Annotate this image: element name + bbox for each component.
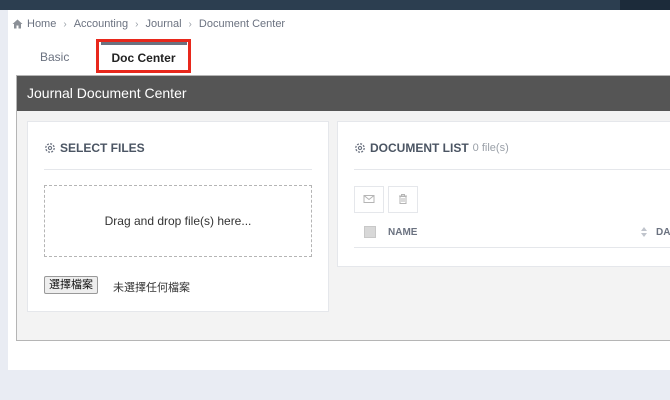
chevron-right-icon: › (63, 18, 67, 30)
select-files-title: SELECT FILES (44, 141, 145, 155)
email-button[interactable] (354, 186, 384, 213)
panel-header: Journal Document Center (17, 76, 670, 111)
file-count: 0 file(s) (472, 142, 509, 154)
table-divider (354, 247, 670, 248)
select-files-label: SELECT FILES (60, 141, 145, 155)
document-list-title: DOCUMENT LIST 0 file(s) (354, 141, 509, 155)
breadcrumb-home[interactable]: Home (27, 18, 56, 30)
divider (44, 169, 312, 170)
tab-doc-center[interactable]: Doc Center (96, 39, 191, 73)
breadcrumb: Home › Accounting › Journal › Document C… (12, 18, 285, 30)
navbar-user-area[interactable] (620, 0, 670, 10)
chevron-right-icon: › (135, 18, 139, 30)
home-icon (12, 19, 23, 29)
delete-button[interactable] (388, 186, 418, 213)
trash-icon (399, 194, 407, 204)
gear-icon (45, 143, 55, 153)
file-dropzone[interactable]: Drag and drop file(s) here... (44, 185, 312, 257)
top-navbar (0, 0, 670, 10)
tab-doc-center-label: Doc Center (111, 51, 176, 65)
breadcrumb-journal[interactable]: Journal (145, 18, 181, 30)
panel-title: Journal Document Center (27, 85, 187, 101)
column-header-date[interactable]: DA (656, 227, 670, 238)
breadcrumb-document-center: Document Center (198, 18, 286, 30)
select-files-card: SELECT FILES Drag and drop file(s) here.… (27, 121, 329, 312)
choose-file-button[interactable]: 選擇檔案 (44, 276, 98, 294)
document-list-label: DOCUMENT LIST (370, 141, 469, 155)
envelope-icon (363, 195, 375, 203)
active-tab-indicator (101, 42, 187, 45)
gear-icon (355, 143, 365, 153)
dropzone-text: Drag and drop file(s) here... (104, 214, 252, 228)
select-all-checkbox[interactable] (364, 226, 376, 238)
no-file-chosen-text: 未選擇任何檔案 (113, 281, 190, 294)
sort-icon[interactable] (640, 226, 648, 238)
document-list-card: DOCUMENT LIST 0 file(s) NAME DA (337, 121, 670, 267)
chevron-right-icon: › (188, 18, 192, 30)
breadcrumb-accounting[interactable]: Accounting (74, 18, 128, 30)
tab-basic[interactable]: Basic (40, 50, 69, 64)
document-center-panel: Journal Document Center SELECT FILES Dra… (16, 75, 670, 341)
divider (354, 169, 670, 170)
column-header-name[interactable]: NAME (388, 227, 417, 238)
